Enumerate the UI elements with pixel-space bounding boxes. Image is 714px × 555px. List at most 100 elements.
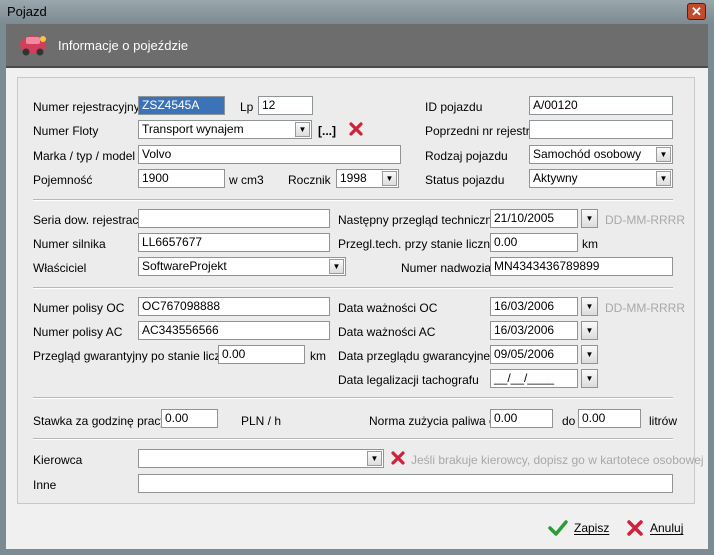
dialog-header: Informacje o pojeździe	[6, 24, 708, 68]
hourly-rate-input[interactable]: 0.00	[161, 409, 218, 428]
close-button[interactable]: ✕	[687, 3, 706, 20]
hourly-rate-unit: PLN / h	[241, 414, 282, 428]
lp-input[interactable]: 12	[258, 96, 313, 115]
ac-expiry-label: Data ważności AC	[338, 325, 436, 339]
window: Pojazd ✕ Informacje o pojeździe Numer re…	[0, 0, 714, 555]
driver-hint: Jeśli brakuje kierowcy, dopisz go w kart…	[411, 453, 704, 467]
status-value: Aktywny	[533, 171, 578, 185]
owner-value: SoftwareProjekt	[142, 259, 227, 273]
car-icon	[20, 36, 46, 56]
date-format-hint: DD-MM-RRRR	[605, 213, 685, 227]
chevron-down-icon[interactable]: ▼	[367, 451, 382, 466]
inspection-odometer-input[interactable]: 0.00	[490, 233, 578, 252]
vin-label: Numer nadwozia	[401, 261, 492, 275]
owner-label: Właściciel	[33, 261, 87, 275]
warranty-odometer-unit: km	[310, 349, 326, 363]
divider	[33, 199, 673, 201]
ac-expiry-input[interactable]: 16/03/2006	[490, 321, 578, 340]
ac-policy-label: Numer polisy AC	[33, 325, 123, 339]
window-title: Pojazd	[7, 4, 47, 19]
hourly-rate-label: Stawka za godzinę pracy	[33, 414, 167, 428]
oc-expiry-label: Data ważności OC	[338, 301, 438, 315]
fuel-norm-label: Norma zużycia paliwa od	[369, 414, 503, 428]
driver-label: Kierowca	[33, 453, 83, 467]
warranty-odometer-input[interactable]: 0.00	[218, 345, 305, 364]
oc-policy-input[interactable]: OC767098888	[138, 297, 330, 316]
warranty-date-input[interactable]: 09/05/2006	[490, 345, 578, 364]
engine-number-input[interactable]: LL6657677	[138, 233, 330, 252]
previous-registration-label: Poprzedni nr rejestr.	[425, 124, 533, 138]
registration-input[interactable]: ZSZ4545A	[138, 96, 225, 115]
chevron-down-icon[interactable]: ▼	[295, 122, 310, 137]
fleet-select-value: Transport wynajem	[142, 122, 244, 136]
vin-input[interactable]: MN4343436789899	[490, 257, 673, 276]
next-inspection-input[interactable]: 21/10/2005	[490, 209, 578, 228]
checkmark-icon	[548, 520, 568, 536]
tachograph-label: Data legalizacji tachografu	[338, 373, 479, 387]
vehicle-type-label: Rodzaj pojazdu	[425, 149, 508, 163]
chevron-down-icon[interactable]: ▼	[581, 297, 598, 316]
fuel-norm-unit: litrów	[649, 414, 678, 428]
dialog-title: Informacje o pojeździe	[58, 38, 189, 53]
chevron-down-icon[interactable]: ▼	[581, 321, 598, 340]
clear-driver-icon[interactable]	[390, 450, 406, 466]
oc-policy-label: Numer polisy OC	[33, 301, 125, 315]
save-button-label: Zapisz	[574, 521, 610, 535]
owner-select[interactable]: SoftwareProjekt ▼	[138, 257, 346, 276]
divider	[33, 287, 673, 289]
cancel-button[interactable]: Anuluj	[626, 517, 683, 539]
year-value: 1998	[340, 171, 367, 185]
save-button[interactable]: Zapisz	[548, 517, 609, 539]
fuel-norm-from-input[interactable]: 0.00	[490, 409, 553, 428]
chevron-down-icon[interactable]: ▼	[581, 369, 598, 388]
status-select[interactable]: Aktywny ▼	[529, 169, 673, 188]
chevron-down-icon[interactable]: ▼	[329, 259, 344, 274]
status-label: Status pojazdu	[425, 173, 505, 187]
lp-label: Lp	[240, 100, 254, 114]
fleet-label: Numer Floty	[33, 124, 99, 138]
chevron-down-icon[interactable]: ▼	[656, 171, 671, 186]
title-bar: Pojazd ✕	[0, 0, 714, 24]
warranty-date-label: Data przeglądu gwarancyjnego	[338, 349, 504, 363]
registration-doc-series-label: Seria dow. rejestrac.	[33, 213, 142, 227]
fleet-select[interactable]: Transport wynajem ▼	[138, 120, 312, 139]
vehicle-id-label: ID pojazdu	[425, 100, 483, 114]
cancel-button-label: Anuluj	[650, 521, 684, 535]
year-select[interactable]: 1998 ▼	[336, 169, 399, 188]
make-model-input[interactable]: Volvo	[138, 145, 401, 164]
fleet-browse-button[interactable]: [...]	[318, 124, 336, 138]
notes-input[interactable]	[138, 474, 673, 493]
divider	[33, 397, 673, 399]
warranty-odometer-label: Przegląd gwarantyjny po stanie licznika	[33, 349, 243, 363]
tachograph-input[interactable]: __/__/____	[490, 369, 578, 388]
capacity-input[interactable]: 1900	[138, 169, 225, 188]
capacity-label: Pojemność	[33, 173, 93, 187]
previous-registration-input[interactable]	[529, 120, 673, 139]
divider	[33, 438, 673, 440]
chevron-down-icon[interactable]: ▼	[581, 209, 598, 228]
date-format-hint: DD-MM-RRRR	[605, 301, 685, 315]
notes-label: Inne	[33, 478, 57, 492]
capacity-unit: w cm3	[229, 173, 264, 187]
cancel-x-icon	[627, 520, 643, 536]
clear-fleet-icon[interactable]	[348, 121, 364, 137]
driver-select[interactable]: ▼	[138, 449, 384, 468]
chevron-down-icon[interactable]: ▼	[382, 171, 397, 186]
chevron-down-icon[interactable]: ▼	[581, 345, 598, 364]
odometer-unit: km	[582, 237, 598, 251]
ac-policy-input[interactable]: AC343556566	[138, 321, 330, 340]
make-model-label: Marka / typ / model	[33, 149, 136, 163]
oc-expiry-input[interactable]: 16/03/2006	[490, 297, 578, 316]
next-inspection-label: Następny przegląd techniczny	[338, 213, 499, 227]
fuel-norm-to-input[interactable]: 0.00	[578, 409, 641, 428]
vehicle-id-input[interactable]: A/00120	[529, 96, 673, 115]
vehicle-type-select[interactable]: Samochód osobowy ▼	[529, 145, 673, 164]
vehicle-type-value: Samochód osobowy	[533, 147, 642, 161]
registration-doc-series-input[interactable]	[138, 209, 330, 228]
registration-label: Numer rejestracyjny	[33, 100, 140, 114]
fuel-norm-to-label: do	[562, 414, 576, 428]
engine-number-label: Numer silnika	[33, 237, 106, 251]
chevron-down-icon[interactable]: ▼	[656, 147, 671, 162]
year-label: Rocznik	[288, 173, 331, 187]
inspection-odometer-label: Przegl.tech. przy stanie licznika	[338, 237, 506, 251]
